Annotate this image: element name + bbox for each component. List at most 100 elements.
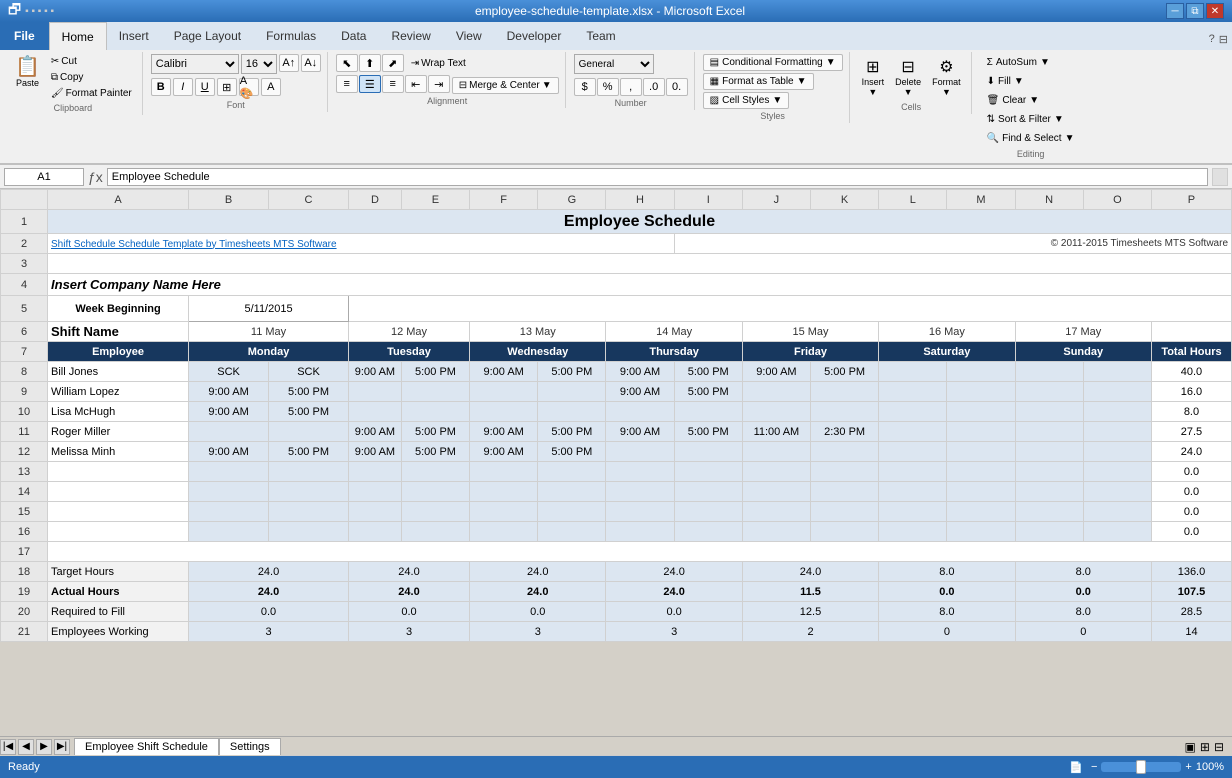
- delete-button[interactable]: ⊟ Delete ▼: [891, 54, 925, 100]
- tab-developer[interactable]: Developer: [495, 22, 575, 50]
- cell-p7[interactable]: Total Hours: [1151, 342, 1231, 362]
- cell-b8[interactable]: SCK: [189, 362, 269, 382]
- cell-b12[interactable]: 9:00 AM: [189, 442, 269, 462]
- cell-i12[interactable]: [674, 442, 742, 462]
- cell-n18[interactable]: 8.0: [1015, 562, 1151, 582]
- cell-b9[interactable]: 9:00 AM: [189, 382, 269, 402]
- tab-review[interactable]: Review: [379, 22, 443, 50]
- font-name-select[interactable]: Calibri: [151, 54, 239, 74]
- cell-i11[interactable]: 5:00 PM: [674, 422, 742, 442]
- tab-view[interactable]: View: [444, 22, 495, 50]
- cell-n8[interactable]: [1015, 362, 1083, 382]
- cell-p19[interactable]: 107.5: [1151, 582, 1231, 602]
- tab-insert[interactable]: Insert: [107, 22, 162, 50]
- cell-n21[interactable]: 0: [1015, 622, 1151, 642]
- cell-p6[interactable]: [1151, 322, 1231, 342]
- sheet-scroll-right[interactable]: [1212, 168, 1228, 186]
- sheet-nav-next[interactable]: ▶: [36, 739, 52, 755]
- cell-n10[interactable]: [1015, 402, 1083, 422]
- cell-b21[interactable]: 3: [189, 622, 349, 642]
- cell-a19[interactable]: Actual Hours: [48, 582, 189, 602]
- cell-h21[interactable]: 3: [606, 622, 742, 642]
- cell-g9[interactable]: [538, 382, 606, 402]
- cell-m11[interactable]: [947, 422, 1015, 442]
- cell-l20[interactable]: 8.0: [879, 602, 1015, 622]
- file-tab[interactable]: File: [0, 22, 49, 50]
- cell-d21[interactable]: 3: [348, 622, 469, 642]
- cell-d7[interactable]: Tuesday: [348, 342, 469, 362]
- cell-p12[interactable]: 24.0: [1151, 442, 1231, 462]
- align-center-button[interactable]: ☰: [359, 75, 381, 93]
- zoom-out-button[interactable]: −: [1091, 761, 1097, 773]
- cell-l12[interactable]: [879, 442, 947, 462]
- increase-font-button[interactable]: A↑: [279, 54, 299, 72]
- sheet-nav-last[interactable]: ▶|: [54, 739, 70, 755]
- cell-f8[interactable]: 9:00 AM: [470, 362, 538, 382]
- cell-a11[interactable]: Roger Miller: [48, 422, 189, 442]
- col-header-h[interactable]: H: [606, 190, 674, 210]
- cell-a13[interactable]: [48, 462, 189, 482]
- cell-c10[interactable]: 5:00 PM: [269, 402, 349, 422]
- cell-b11[interactable]: [189, 422, 269, 442]
- cell-l9[interactable]: [879, 382, 947, 402]
- cell-c12[interactable]: 5:00 PM: [269, 442, 349, 462]
- row-num-2[interactable]: 2: [1, 234, 48, 254]
- cell-a4[interactable]: Insert Company Name Here: [48, 274, 1232, 296]
- autosum-button[interactable]: Σ AutoSum ▼: [980, 54, 1082, 71]
- col-header-j[interactable]: J: [742, 190, 810, 210]
- cell-h6[interactable]: 14 May: [606, 322, 742, 342]
- col-header-m[interactable]: M: [947, 190, 1015, 210]
- cell-f9[interactable]: [470, 382, 538, 402]
- cell-f11[interactable]: 9:00 AM: [470, 422, 538, 442]
- cell-e12[interactable]: 5:00 PM: [401, 442, 469, 462]
- sheet-wrapper[interactable]: A B C D E F G H I J K L M N O P: [0, 189, 1232, 736]
- format-button[interactable]: ⚙ Format ▼: [928, 54, 965, 100]
- col-header-k[interactable]: K: [811, 190, 879, 210]
- cell-n20[interactable]: 8.0: [1015, 602, 1151, 622]
- sheet-nav-prev[interactable]: ◀: [18, 739, 34, 755]
- cell-n6[interactable]: 17 May: [1015, 322, 1151, 342]
- cell-j6[interactable]: 15 May: [742, 322, 878, 342]
- col-header-f[interactable]: F: [470, 190, 538, 210]
- col-header-n[interactable]: N: [1015, 190, 1083, 210]
- cell-f21[interactable]: 3: [470, 622, 606, 642]
- sheet-nav-first[interactable]: |◀: [0, 739, 16, 755]
- close-button[interactable]: ✕: [1206, 3, 1224, 19]
- border-button[interactable]: ⊞: [217, 78, 237, 96]
- cell-i10[interactable]: [674, 402, 742, 422]
- decrease-indent-button[interactable]: ⇤: [405, 75, 427, 93]
- page-layout-view-icon[interactable]: ⊞: [1200, 740, 1210, 754]
- cell-a1[interactable]: Employee Schedule: [48, 210, 1232, 234]
- cell-b18[interactable]: 24.0: [189, 562, 349, 582]
- help-button[interactable]: ?: [1209, 33, 1215, 46]
- fill-button[interactable]: ⬇ Fill ▼: [980, 73, 1082, 90]
- col-header-c[interactable]: C: [269, 190, 349, 210]
- merge-center-button[interactable]: ⊟ Merge & Center ▼: [452, 77, 559, 94]
- col-header-p[interactable]: P: [1151, 190, 1231, 210]
- cell-l8[interactable]: [879, 362, 947, 382]
- cell-p20[interactable]: 28.5: [1151, 602, 1231, 622]
- cell-k12[interactable]: [811, 442, 879, 462]
- decrease-font-button[interactable]: A↓: [301, 54, 321, 72]
- cell-d12[interactable]: 9:00 AM: [348, 442, 401, 462]
- cell-b7[interactable]: Monday: [189, 342, 349, 362]
- cell-j18[interactable]: 24.0: [742, 562, 878, 582]
- cell-o11[interactable]: [1083, 422, 1151, 442]
- cell-a12[interactable]: Melissa Minh: [48, 442, 189, 462]
- col-header-i[interactable]: I: [674, 190, 742, 210]
- cell-i8[interactable]: 5:00 PM: [674, 362, 742, 382]
- cell-f10[interactable]: [470, 402, 538, 422]
- sort-filter-button[interactable]: ⇅ Sort & Filter ▼: [980, 111, 1082, 128]
- cell-p18[interactable]: 136.0: [1151, 562, 1231, 582]
- col-header-l[interactable]: L: [879, 190, 947, 210]
- cell-h10[interactable]: [606, 402, 674, 422]
- sheet-tab-employee[interactable]: Employee Shift Schedule: [74, 738, 219, 755]
- cell-b5-value[interactable]: 5/11/2015: [189, 296, 349, 322]
- cell-j12[interactable]: [742, 442, 810, 462]
- cell-b20[interactable]: 0.0: [189, 602, 349, 622]
- cell-k10[interactable]: [811, 402, 879, 422]
- cell-a21[interactable]: Employees Working: [48, 622, 189, 642]
- percent-button[interactable]: %: [597, 78, 619, 96]
- cell-f12[interactable]: 9:00 AM: [470, 442, 538, 462]
- col-header-d[interactable]: D: [348, 190, 401, 210]
